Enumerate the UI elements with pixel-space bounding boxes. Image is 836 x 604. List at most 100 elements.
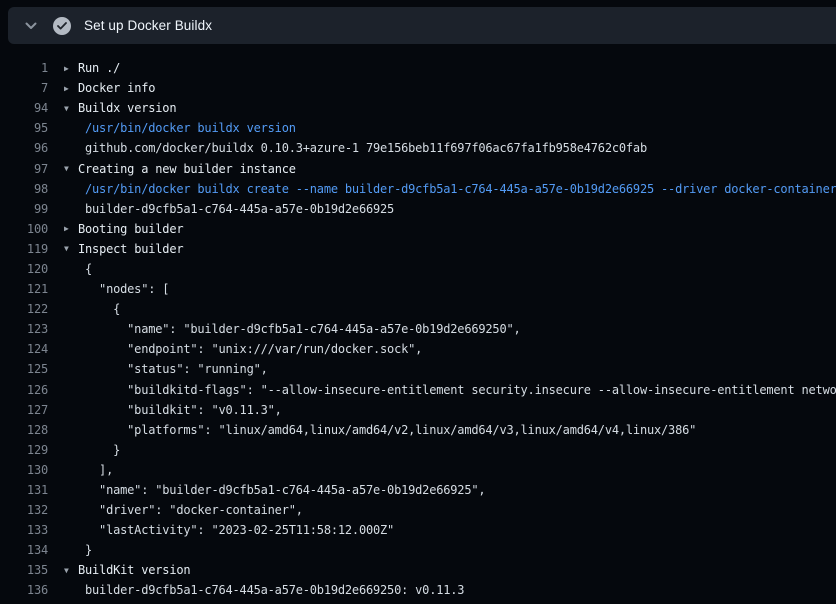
line-number-link[interactable]: 119 — [0, 242, 48, 256]
log-text: builder-d9cfb5a1-c764-445a-a57e-0b19d2e6… — [64, 583, 836, 597]
log-line: 122 { — [0, 299, 836, 319]
line-number-link[interactable]: 123 — [0, 322, 48, 336]
line-number-link[interactable]: 100 — [0, 222, 48, 236]
line-number-link[interactable]: 132 — [0, 503, 48, 517]
step-title: Set up Docker Buildx — [84, 18, 212, 33]
log-line: 128 "platforms": "linux/amd64,linux/amd6… — [0, 420, 836, 440]
log-text: "lastActivity": "2023-02-25T11:58:12.000… — [64, 523, 836, 537]
log-group-header[interactable]: ▼Buildx version — [64, 101, 836, 115]
log-line: 132 "driver": "docker-container", — [0, 500, 836, 520]
line-number-link[interactable]: 129 — [0, 443, 48, 457]
output-text: { — [64, 302, 120, 316]
log-text: "buildkitd-flags": "--allow-insecure-ent… — [64, 383, 836, 397]
group-title: Booting builder — [78, 222, 183, 236]
line-number-link[interactable]: 98 — [0, 182, 48, 196]
log-line: 97 ▼Creating a new builder instance — [0, 158, 836, 178]
group-expanded-triangle-icon[interactable]: ▼ — [64, 164, 78, 173]
log-line: 130 ], — [0, 460, 836, 480]
command-text: /usr/bin/docker buildx version — [64, 121, 296, 135]
line-number-link[interactable]: 120 — [0, 262, 48, 276]
log-line: 129 } — [0, 440, 836, 460]
group-expanded-triangle-icon[interactable]: ▼ — [64, 244, 78, 253]
log-text: "driver": "docker-container", — [64, 503, 836, 517]
log-line: 127 "buildkit": "v0.11.3", — [0, 400, 836, 420]
log-text: "platforms": "linux/amd64,linux/amd64/v2… — [64, 423, 836, 437]
line-number-link[interactable]: 97 — [0, 162, 48, 176]
line-number-link[interactable]: 126 — [0, 383, 48, 397]
line-number-link[interactable]: 133 — [0, 523, 48, 537]
log-line: 136 builder-d9cfb5a1-c764-445a-a57e-0b19d… — [0, 580, 836, 600]
log-text: { — [64, 302, 836, 316]
log-line: 135 ▼BuildKit version — [0, 560, 836, 580]
log-line: 125 "status": "running", — [0, 359, 836, 379]
log-line: 120{ — [0, 259, 836, 279]
output-text: builder-d9cfb5a1-c764-445a-a57e-0b19d2e6… — [64, 202, 394, 216]
line-number-link[interactable]: 95 — [0, 121, 48, 135]
line-number-link[interactable]: 7 — [0, 81, 48, 95]
log-line: 100 ▶Booting builder — [0, 219, 836, 239]
log-line: 98/usr/bin/docker buildx create --name b… — [0, 179, 836, 199]
line-number-link[interactable]: 124 — [0, 342, 48, 356]
chevron-down-icon[interactable] — [22, 17, 40, 35]
line-number-link[interactable]: 96 — [0, 141, 48, 155]
log-line: 124 "endpoint": "unix:///var/run/docker.… — [0, 339, 836, 359]
group-title: Buildx version — [78, 101, 176, 115]
line-number-link[interactable]: 134 — [0, 543, 48, 557]
log-line: 99 builder-d9cfb5a1-c764-445a-a57e-0b19d2… — [0, 199, 836, 219]
log-line: 95/usr/bin/docker buildx version — [0, 118, 836, 138]
group-expanded-triangle-icon[interactable]: ▼ — [64, 104, 78, 113]
log-line: 119 ▼Inspect builder — [0, 239, 836, 259]
group-collapsed-triangle-icon[interactable]: ▶ — [64, 64, 78, 73]
log-text: "status": "running", — [64, 362, 836, 376]
log-text: "endpoint": "unix:///var/run/docker.sock… — [64, 342, 836, 356]
log-line: 134} — [0, 540, 836, 560]
log-line: 123 "name": "builder-d9cfb5a1-c764-445a-… — [0, 319, 836, 339]
log-text: github.com/docker/buildx 0.10.3+azure-1 … — [64, 141, 836, 155]
command-text: /usr/bin/docker buildx create --name bui… — [64, 182, 836, 196]
group-collapsed-triangle-icon[interactable]: ▶ — [64, 84, 78, 93]
line-number-link[interactable]: 122 — [0, 302, 48, 316]
log-line: 121 "nodes": [ — [0, 279, 836, 299]
group-title: BuildKit version — [78, 563, 190, 577]
line-number-link[interactable]: 136 — [0, 583, 48, 597]
line-number-link[interactable]: 131 — [0, 483, 48, 497]
line-number-link[interactable]: 135 — [0, 563, 48, 577]
log-text: /usr/bin/docker buildx create --name bui… — [64, 182, 836, 196]
log-group-header[interactable]: ▶Run ./ — [64, 61, 836, 75]
line-number-link[interactable]: 94 — [0, 101, 48, 115]
group-title: Inspect builder — [78, 242, 183, 256]
output-text: } — [64, 543, 92, 557]
output-text: "nodes": [ — [64, 282, 169, 296]
line-number-link[interactable]: 125 — [0, 362, 48, 376]
output-text: "driver": "docker-container", — [64, 503, 303, 517]
log-group-header[interactable]: ▼Inspect builder — [64, 242, 836, 256]
log-group-header[interactable]: ▼BuildKit version — [64, 563, 836, 577]
log-group-header[interactable]: ▶Docker info — [64, 81, 836, 95]
log-text: ], — [64, 463, 836, 477]
line-number-link[interactable]: 99 — [0, 202, 48, 216]
step-header-toggle[interactable]: Set up Docker Buildx — [8, 7, 836, 44]
line-number-link[interactable]: 1 — [0, 61, 48, 75]
log-line: 126 "buildkitd-flags": "--allow-insecure… — [0, 380, 836, 400]
output-text: "endpoint": "unix:///var/run/docker.sock… — [64, 342, 422, 356]
output-text: } — [64, 443, 120, 457]
output-text: "buildkitd-flags": "--allow-insecure-ent… — [64, 383, 836, 397]
output-text: github.com/docker/buildx 0.10.3+azure-1 … — [64, 141, 647, 155]
output-text: "buildkit": "v0.11.3", — [64, 403, 282, 417]
group-expanded-triangle-icon[interactable]: ▼ — [64, 566, 78, 575]
line-number-link[interactable]: 130 — [0, 463, 48, 477]
step-success-check-icon — [53, 17, 71, 35]
log-line: 94 ▼Buildx version — [0, 98, 836, 118]
output-text: "platforms": "linux/amd64,linux/amd64/v2… — [64, 423, 696, 437]
line-number-link[interactable]: 127 — [0, 403, 48, 417]
group-title: Docker info — [78, 81, 155, 95]
line-number-link[interactable]: 128 — [0, 423, 48, 437]
group-collapsed-triangle-icon[interactable]: ▶ — [64, 224, 78, 233]
output-text: builder-d9cfb5a1-c764-445a-a57e-0b19d2e6… — [64, 583, 464, 597]
log-group-header[interactable]: ▼Creating a new builder instance — [64, 162, 836, 176]
output-text: "status": "running", — [64, 362, 268, 376]
log-group-header[interactable]: ▶Booting builder — [64, 222, 836, 236]
output-text: ], — [64, 463, 113, 477]
output-text: "name": "builder-d9cfb5a1-c764-445a-a57e… — [64, 483, 485, 497]
line-number-link[interactable]: 121 — [0, 282, 48, 296]
